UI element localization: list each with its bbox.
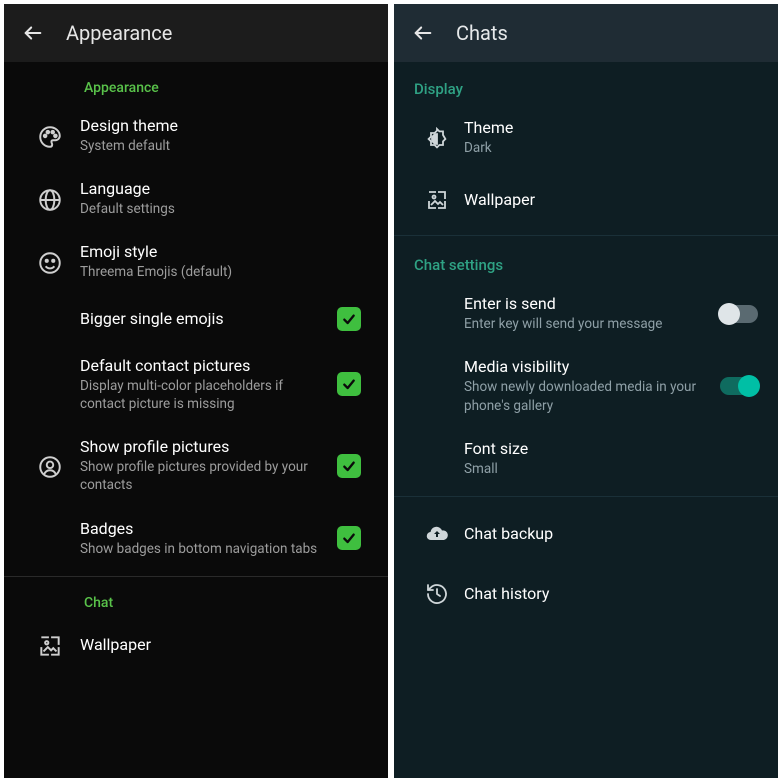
default-contact-sub: Display multi-color placeholders if cont… [80,377,326,413]
divider [394,496,778,497]
enter-is-send-toggle[interactable] [720,305,758,323]
row-bigger-emojis[interactable]: Bigger single emojis [4,294,388,344]
section-header-appearance: Appearance [4,66,388,104]
media-visibility-title: Media visibility [464,357,716,376]
design-theme-sub: System default [80,137,372,155]
show-profile-title: Show profile pictures [80,437,326,456]
cloud-upload-icon [425,522,449,546]
whatsapp-chats-screen: Chats Display Theme Dark Wallpaper Chat … [394,4,778,778]
globe-icon [37,187,63,213]
chat-backup-title: Chat backup [464,524,762,543]
media-visibility-toggle[interactable] [720,377,758,395]
row-chat-backup[interactable]: Chat backup [394,503,778,563]
smiley-icon [37,250,63,276]
section-header-chat-settings: Chat settings [394,242,778,282]
row-emoji-style[interactable]: Emoji style Threema Emojis (default) [4,230,388,293]
appbar-title: Appearance [66,21,172,45]
divider [394,235,778,236]
badges-checkbox[interactable] [337,526,361,550]
row-default-contact-pictures[interactable]: Default contact pictures Display multi-c… [4,344,388,425]
threema-appearance-screen: Appearance Appearance Design theme Syste… [4,4,388,778]
arrow-back-icon [22,22,44,44]
enter-is-send-title: Enter is send [464,294,716,313]
wallpaper-left-title: Wallpaper [80,635,372,654]
wallpaper-icon [37,633,63,659]
back-button[interactable] [408,18,438,48]
language-sub: Default settings [80,200,372,218]
badges-sub: Show badges in bottom navigation tabs [80,540,326,558]
settings-list: Display Theme Dark Wallpaper Chat settin… [394,62,778,633]
enter-is-send-sub: Enter key will send your message [464,315,716,333]
back-button[interactable] [18,18,48,48]
row-chat-history[interactable]: Chat history [394,563,778,623]
row-theme[interactable]: Theme Dark [394,106,778,169]
theme-title: Theme [464,118,762,137]
language-title: Language [80,179,372,198]
show-profile-checkbox[interactable] [337,454,361,478]
media-visibility-sub: Show newly downloaded media in your phon… [464,378,716,414]
appbar-title: Chats [456,21,508,45]
section-header-display: Display [394,66,778,106]
arrow-back-icon [412,22,434,44]
brightness-icon [425,127,449,151]
row-badges[interactable]: Badges Show badges in bottom navigation … [4,507,388,570]
bigger-emojis-checkbox[interactable] [337,307,361,331]
wallpaper-right-title: Wallpaper [464,190,762,209]
row-wallpaper-right[interactable]: Wallpaper [394,169,778,229]
appbar-appearance: Appearance [4,4,388,62]
row-design-theme[interactable]: Design theme System default [4,104,388,167]
design-theme-title: Design theme [80,116,372,135]
row-language[interactable]: Language Default settings [4,167,388,230]
appbar-chats: Chats [394,4,778,62]
emoji-style-title: Emoji style [80,242,372,261]
chat-history-title: Chat history [464,584,762,603]
row-media-visibility[interactable]: Media visibility Show newly downloaded m… [394,345,778,426]
default-contact-checkbox[interactable] [337,372,361,396]
row-wallpaper-left[interactable]: Wallpaper [4,619,388,671]
settings-list: Appearance Design theme System default L… [4,62,388,681]
default-contact-title: Default contact pictures [80,356,326,375]
font-size-sub: Small [464,460,762,478]
divider [4,576,388,577]
palette-icon [37,124,63,150]
show-profile-sub: Show profile pictures provided by your c… [80,458,326,494]
row-font-size[interactable]: Font size Small [394,427,778,490]
history-icon [425,582,449,606]
wallpaper-icon [425,188,449,212]
section-header-chat: Chat [4,581,388,619]
row-show-profile-pictures[interactable]: Show profile pictures Show profile pictu… [4,425,388,506]
bigger-emojis-title: Bigger single emojis [80,309,326,328]
badges-title: Badges [80,519,326,538]
row-enter-is-send[interactable]: Enter is send Enter key will send your m… [394,282,778,345]
person-circle-icon [37,454,63,480]
theme-sub: Dark [464,139,762,157]
font-size-title: Font size [464,439,762,458]
emoji-style-sub: Threema Emojis (default) [80,263,372,281]
